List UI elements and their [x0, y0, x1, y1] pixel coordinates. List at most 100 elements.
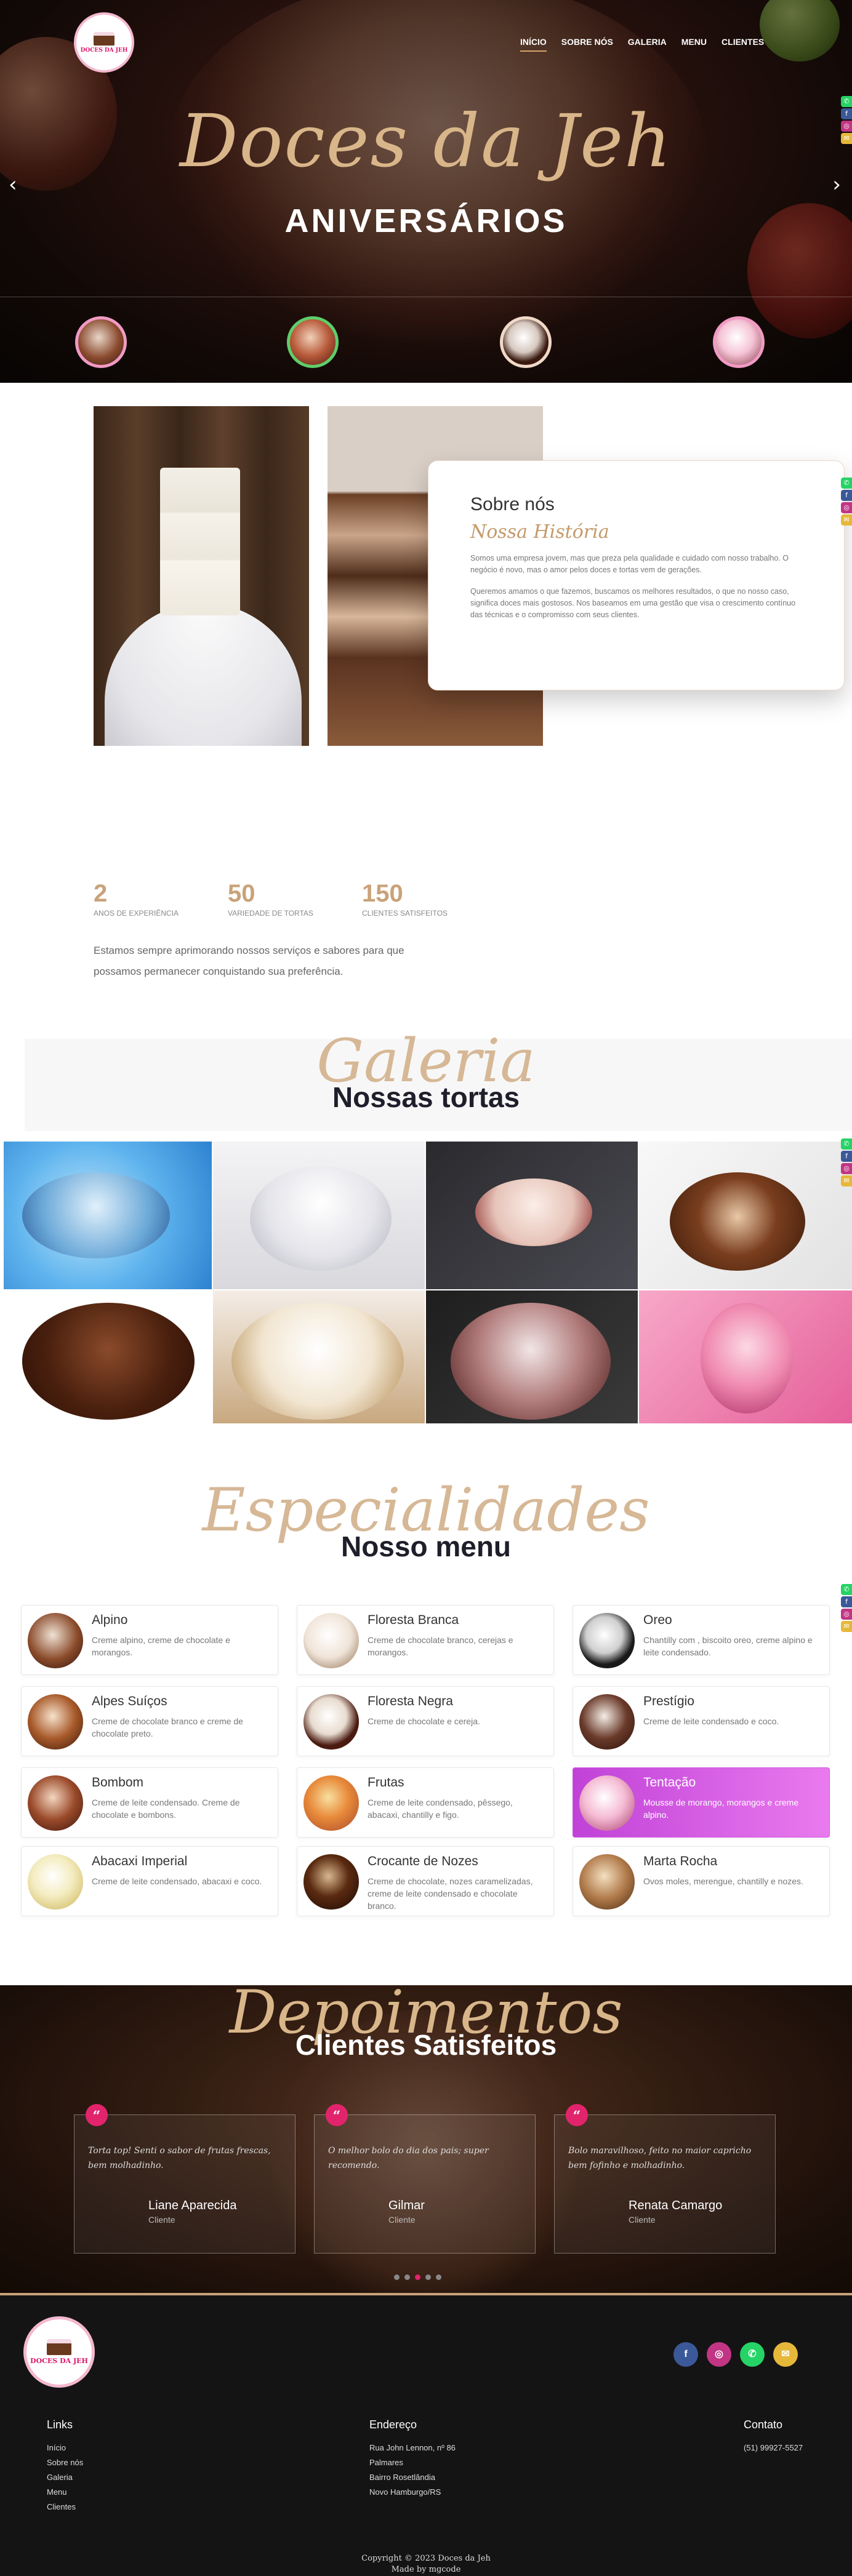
footer-address-title: Endereço [369, 2418, 417, 2431]
instagram-icon[interactable]: ◎ [841, 121, 852, 132]
menu-item-card[interactable]: Oreo Chantilly com , biscoito oreo, crem… [573, 1605, 830, 1675]
testimonial-role: Cliente [148, 2215, 175, 2225]
carousel-dot[interactable] [394, 2274, 400, 2280]
gallery-image[interactable] [426, 1142, 638, 1289]
testimonials-title: Clientes Satisfeitos [295, 2029, 557, 2061]
email-icon[interactable]: ✉ [841, 1621, 852, 1632]
testimonial-card: “ Torta top! Senti o sabor de frutas fre… [74, 2104, 295, 2254]
menu-item-image [28, 1694, 83, 1750]
nav-link-galeria[interactable]: GALERIA [628, 37, 667, 52]
menu-item-card[interactable]: Marta Rocha Ovos moles, merengue, chanti… [573, 1846, 830, 1916]
slide-thumb[interactable] [713, 316, 765, 368]
menu-item-card[interactable]: Prestígio Creme de leite condensado e co… [573, 1686, 830, 1756]
stat-label: VARIEDADE DE TORTAS [228, 909, 313, 918]
menu-item-name: Floresta Negra [368, 1694, 453, 1708]
gallery-image[interactable] [213, 1290, 425, 1423]
menu-item-image [579, 1775, 635, 1831]
menu-item-desc: Creme de chocolate branco, cerejas e mor… [368, 1635, 513, 1657]
site-logo[interactable]: DOCES DA JEH [74, 12, 134, 73]
testimonial-name: Liane Aparecida [148, 2199, 237, 2212]
whatsapp-icon[interactable]: ✆ [841, 1138, 852, 1150]
whatsapp-icon[interactable]: ✆ [841, 478, 852, 489]
slide-thumb[interactable] [287, 316, 339, 368]
facebook-icon[interactable]: f [841, 1596, 852, 1607]
menu-item-name: Oreo [643, 1613, 672, 1627]
email-icon[interactable]: ✉ [841, 514, 852, 526]
menu-item-image [579, 1613, 635, 1668]
facebook-icon[interactable]: f [841, 490, 852, 501]
footer-contact-title: Contato [744, 2418, 783, 2431]
menu-item-card[interactable]: Crocante de Nozes Creme de chocolate, no… [297, 1846, 554, 1916]
instagram-icon[interactable]: ◎ [707, 2342, 731, 2367]
footer-links-title: Links [47, 2418, 73, 2431]
footer-link[interactable]: Início [47, 2443, 66, 2452]
nav-link-sobre[interactable]: SOBRE NÓS [561, 37, 613, 52]
gallery-image[interactable] [639, 1142, 852, 1289]
instagram-icon[interactable]: ◎ [841, 1163, 852, 1174]
facebook-icon[interactable]: f [841, 1151, 852, 1162]
nav-link-clientes[interactable]: CLIENTES [721, 37, 764, 52]
side-social-bar: ✆ f ◎ ✉ [841, 96, 852, 144]
whatsapp-icon[interactable]: ✆ [841, 1584, 852, 1595]
carousel-dot-active[interactable] [415, 2274, 420, 2280]
about-paragraph: Queremos amamos o que fazemos, buscamos … [470, 587, 796, 619]
menu-item-image [28, 1775, 83, 1831]
facebook-icon[interactable]: f [673, 2342, 698, 2367]
about-paragraph: Somos uma empresa jovem, mas que preza p… [470, 554, 789, 574]
quote-icon: “ [566, 2104, 588, 2126]
testimonials-section: Depoimentos Clientes Satisfeitos “ Torta… [0, 1985, 852, 2293]
footer-phone[interactable]: (51) 99927-5527 [744, 2443, 803, 2452]
instagram-icon[interactable]: ◎ [841, 1609, 852, 1620]
slide-thumb[interactable] [500, 316, 552, 368]
menu-item-desc: Creme de leite condensado. Creme de choc… [92, 1798, 240, 1820]
gallery-image[interactable] [213, 1142, 425, 1289]
menu-item-card-highlighted[interactable]: Tentação Mousse de morango, morangos e c… [573, 1767, 830, 1838]
menu-item-card[interactable]: Floresta Negra Creme de chocolate e cere… [297, 1686, 554, 1756]
menu-item-name: Marta Rocha [643, 1854, 718, 1868]
menu-item-name: Crocante de Nozes [368, 1854, 478, 1868]
instagram-icon[interactable]: ◎ [841, 502, 852, 513]
gallery-image[interactable] [4, 1142, 212, 1289]
carousel-dot[interactable] [425, 2274, 431, 2280]
menu-item-desc: Creme de chocolate branco e creme de cho… [92, 1716, 243, 1738]
menu-item-image [28, 1854, 83, 1910]
footer-address-line: Novo Hamburgo/RS [369, 2487, 441, 2497]
nav-link-menu[interactable]: MENU [681, 37, 707, 52]
gallery-image[interactable] [639, 1290, 852, 1423]
email-icon[interactable]: ✉ [773, 2342, 798, 2367]
footer-link[interactable]: Menu [47, 2487, 67, 2497]
menu-item-name: Abacaxi Imperial [92, 1854, 188, 1868]
gallery-image[interactable] [426, 1290, 638, 1423]
whatsapp-icon[interactable]: ✆ [740, 2342, 765, 2367]
menu-item-card[interactable]: Abacaxi Imperial Creme de leite condensa… [21, 1846, 278, 1916]
chevron-right-icon[interactable]: › [832, 172, 841, 197]
testimonial-card: “ O melhor bolo do dia dos pais; super r… [314, 2104, 536, 2254]
menu-item-card[interactable]: Floresta Branca Creme de chocolate branc… [297, 1605, 554, 1675]
slide-thumb[interactable] [75, 316, 127, 368]
carousel-dot[interactable] [436, 2274, 441, 2280]
cake-icon [47, 2339, 71, 2355]
menu-item-card[interactable]: Frutas Creme de leite condensado, pêsseg… [297, 1767, 554, 1838]
logo-text: DOCES DA JEH [80, 47, 128, 54]
email-icon[interactable]: ✉ [841, 1175, 852, 1186]
menu-item-name: Tentação [643, 1775, 696, 1790]
carousel-dot[interactable] [404, 2274, 410, 2280]
nav-link-inicio[interactable]: INÍCIO [520, 37, 547, 52]
gallery-title: Nossas tortas [332, 1081, 520, 1113]
whatsapp-icon[interactable]: ✆ [841, 96, 852, 107]
testimonial-text: Torta top! Senti o sabor de frutas fresc… [88, 2146, 271, 2170]
gallery-image[interactable] [4, 1290, 212, 1423]
testimonial-name: Renata Camargo [629, 2199, 723, 2212]
menu-item-card[interactable]: Alpino Creme alpino, creme de chocolate … [21, 1605, 278, 1675]
footer-link[interactable]: Galeria [47, 2473, 73, 2482]
email-icon[interactable]: ✉ [841, 133, 852, 144]
facebook-icon[interactable]: f [841, 108, 852, 119]
footer-link[interactable]: Clientes [47, 2502, 76, 2511]
footer-link[interactable]: Sobre nós [47, 2458, 83, 2467]
menu-item-card[interactable]: Bombom Creme de leite condensado. Creme … [21, 1767, 278, 1838]
footer-logo[interactable]: DOCES DA JEH [23, 2316, 95, 2388]
menu-item-card[interactable]: Alpes Suíços Creme de chocolate branco e… [21, 1686, 278, 1756]
testimonial-role: Cliente [629, 2215, 656, 2225]
chevron-left-icon[interactable]: ‹ [9, 172, 17, 197]
carousel-dots [394, 2274, 441, 2280]
